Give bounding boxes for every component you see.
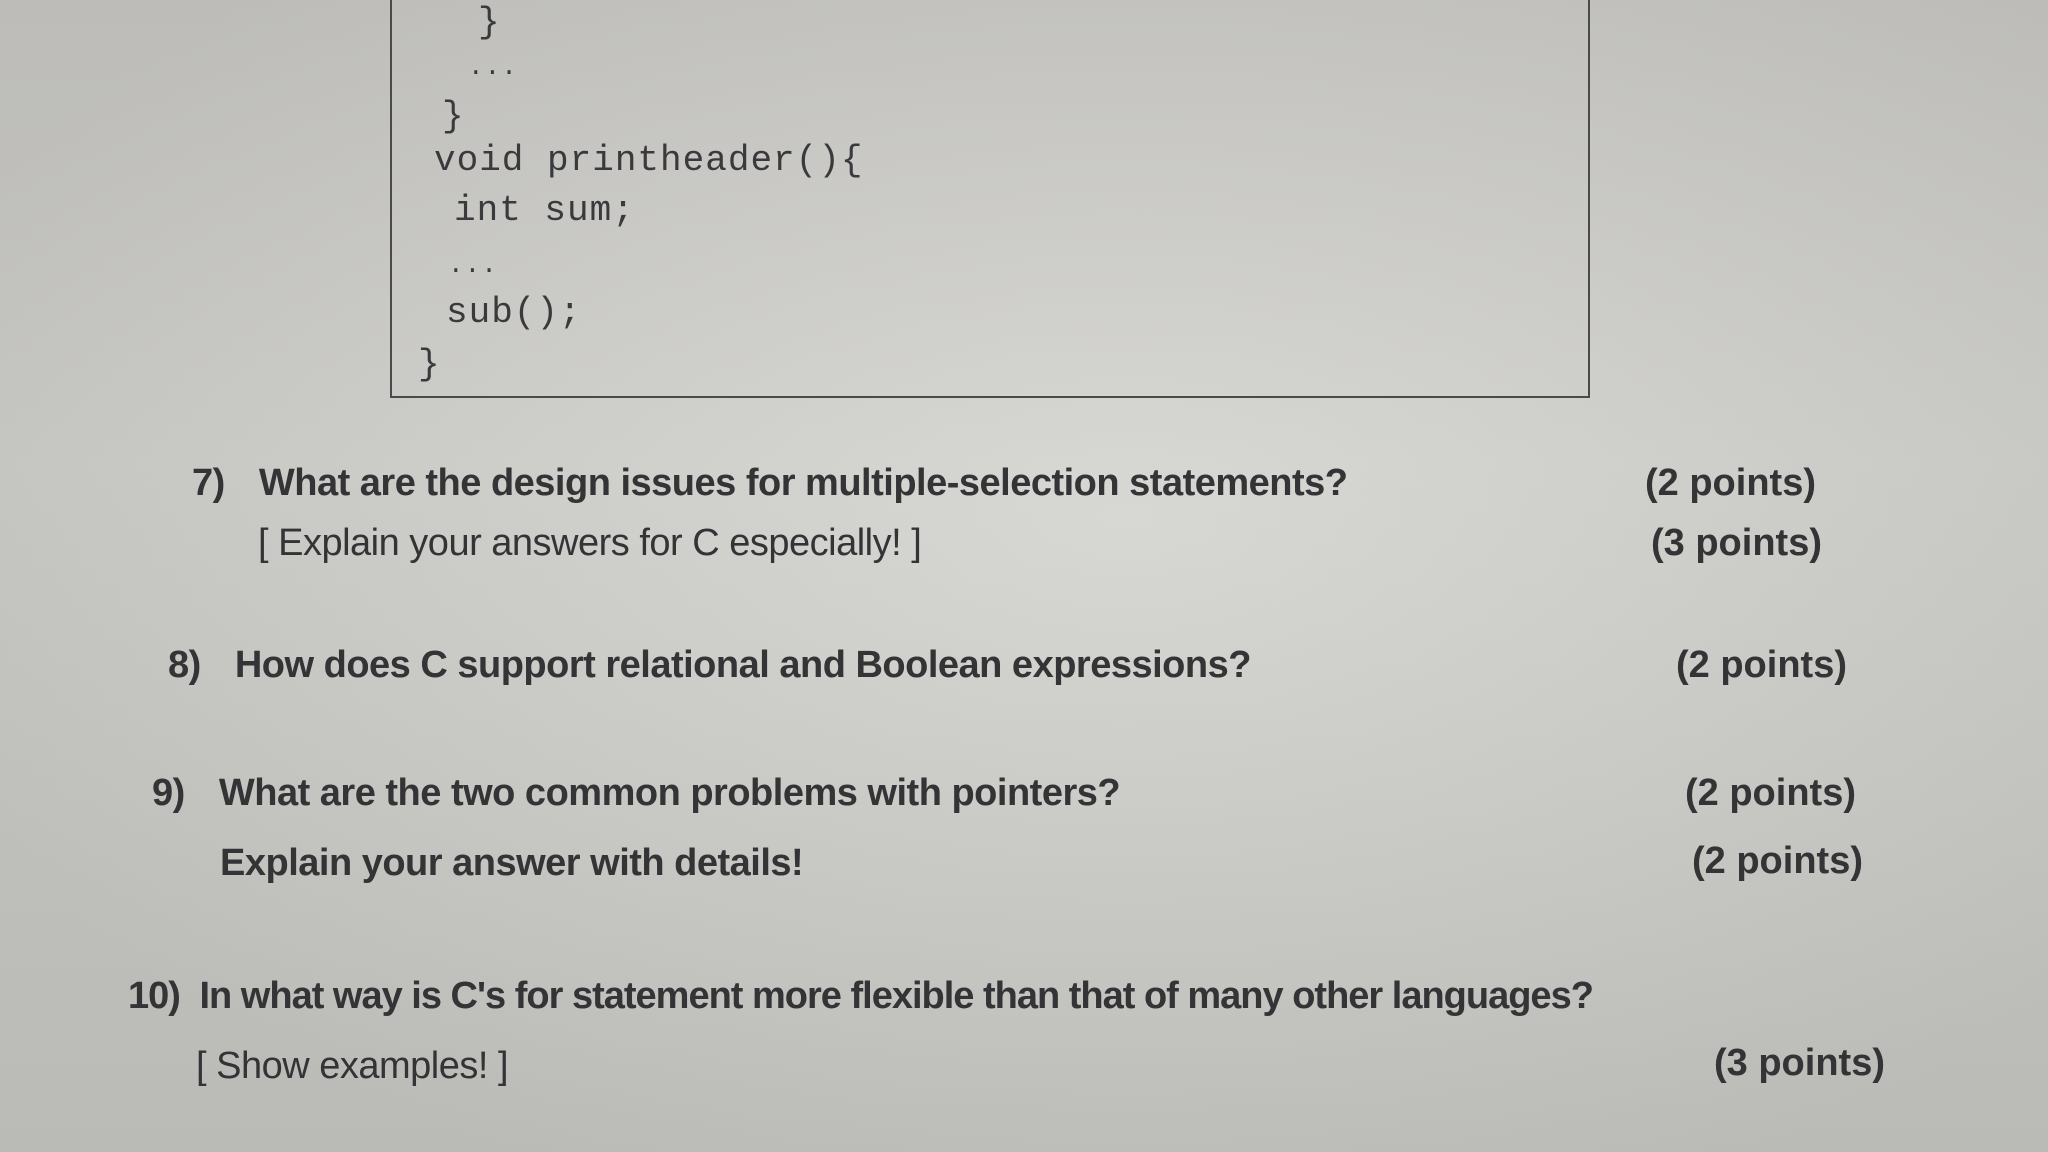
code-line: ...: [448, 250, 498, 280]
code-line: int sum;: [454, 190, 635, 231]
question-points: (2 points): [1645, 462, 1816, 504]
question-text: In what way is C's for statement more fl…: [199, 975, 1593, 1017]
question-text: What are the two common problems with po…: [218, 772, 1121, 814]
question-text: How does C support relational and Boolea…: [234, 644, 1252, 686]
question-8: 8) How does C support relational and Boo…: [168, 644, 1251, 687]
code-line: void printheader(){: [434, 140, 864, 181]
question-7: 7) What are the design issues for multip…: [192, 462, 1348, 505]
code-line: ...: [468, 52, 518, 82]
code-line: }: [478, 2, 501, 43]
question-subtext: [ Show examples! ]: [196, 1045, 509, 1087]
question-number: 8): [168, 644, 201, 686]
code-line: sub();: [446, 292, 582, 333]
question-subpoints: (3 points): [1714, 1042, 1885, 1084]
question-points: (2 points): [1685, 772, 1856, 814]
question-number: 7): [192, 462, 225, 504]
question-subtext: Explain your answer with details!: [220, 842, 804, 884]
question-number: 10): [128, 975, 181, 1017]
question-points: (2 points): [1676, 644, 1847, 686]
code-line: }: [418, 344, 441, 385]
question-9: 9) What are the two common problems with…: [152, 772, 1121, 815]
code-line: }: [442, 96, 465, 137]
question-subpoints: (3 points): [1651, 522, 1822, 564]
question-number: 9): [152, 772, 185, 814]
question-subtext: [ Explain your answers for C especially!…: [258, 522, 922, 564]
question-text: What are the design issues for multiple-…: [258, 462, 1348, 504]
question-subpoints: (2 points): [1692, 840, 1863, 882]
question-10: 10) In what way is C's for statement mor…: [128, 975, 1594, 1018]
